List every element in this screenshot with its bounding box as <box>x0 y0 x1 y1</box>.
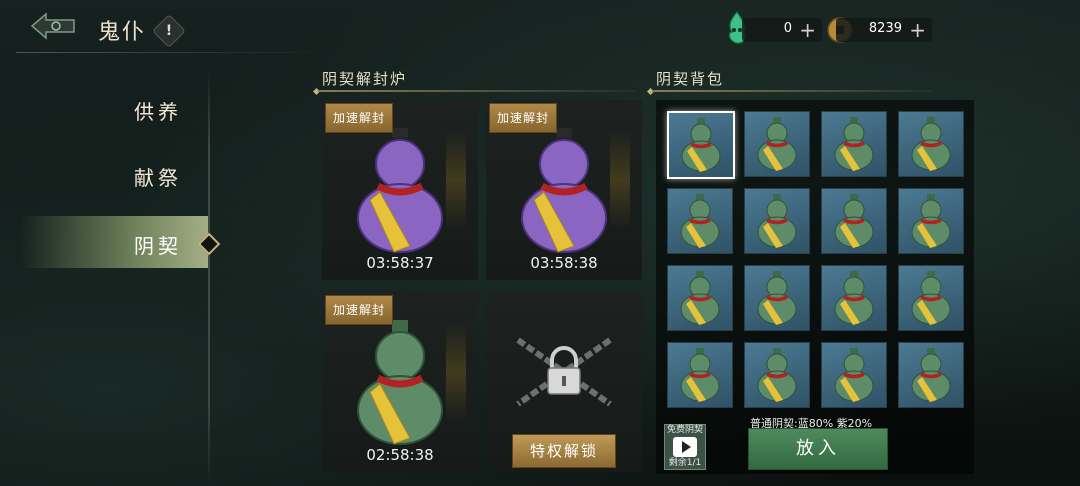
ad-button-top-label: 免费阴契 <box>666 425 703 435</box>
bag-cell[interactable] <box>821 188 887 254</box>
page-title: 鬼仆 <box>98 20 147 45</box>
furnace-slot[interactable]: 加速解封 02:58:38 <box>322 292 478 472</box>
back-arrow-icon <box>30 12 75 40</box>
blue-gourd-icon <box>834 117 874 171</box>
blue-gourd-icon <box>680 348 720 402</box>
sidebar-item-label: 献祭 <box>134 166 182 190</box>
purple-gourd-icon <box>521 128 607 253</box>
free-contract-ad-button[interactable]: 免费阴契 剩余1/1 <box>664 424 706 470</box>
bag-cell[interactable] <box>898 111 964 177</box>
blue-gourd-icon <box>681 118 721 172</box>
blue-gourd-icon <box>911 348 951 402</box>
soul-currency-display: 0 + <box>742 18 822 42</box>
soul-currency-value: 0 <box>783 21 792 36</box>
blue-gourd-icon <box>680 194 720 248</box>
sidebar-item-offering[interactable]: 供养 <box>20 82 208 134</box>
furnace-divider <box>318 90 636 92</box>
unseal-timer: 03:58:38 <box>530 254 598 272</box>
green-gourd-icon <box>357 320 443 445</box>
header-divider <box>16 52 336 53</box>
blue-gourd-icon <box>757 348 797 402</box>
chained-lock-icon <box>516 337 612 407</box>
bag-cell[interactable] <box>898 342 964 408</box>
furnace-title: 阴契解封炉 <box>322 70 408 88</box>
blue-gourd-icon <box>757 271 797 325</box>
add-soul-button[interactable]: + <box>799 18 816 42</box>
bag-cell[interactable] <box>667 111 735 179</box>
bag-cell[interactable] <box>667 188 733 254</box>
blue-gourd-icon <box>911 271 951 325</box>
bag-cell[interactable] <box>898 188 964 254</box>
bag-cell[interactable] <box>821 265 887 331</box>
privilege-unlock-button[interactable]: 特权解锁 <box>512 434 616 468</box>
coin-currency-display: 8239 + <box>836 18 932 42</box>
blue-gourd-icon <box>834 348 874 402</box>
blue-gourd-icon <box>911 194 951 248</box>
back-button[interactable] <box>28 8 78 44</box>
speed-up-unseal-button[interactable]: 加速解封 <box>325 103 393 133</box>
sidebar-item-label: 供养 <box>134 100 182 124</box>
bag-cell[interactable] <box>667 342 733 408</box>
coin-currency-value: 8239 <box>868 21 902 36</box>
furnace-slot[interactable]: 加速解封 03:58:37 <box>322 100 478 280</box>
furnace-slot[interactable]: 加速解封 03:58:38 <box>486 100 642 280</box>
help-icon: ! <box>165 23 173 39</box>
bag-title: 阴契背包 <box>656 70 725 88</box>
help-button[interactable]: ! <box>152 14 186 48</box>
blue-gourd-icon <box>911 117 951 171</box>
video-play-icon <box>673 437 697 457</box>
sidebar-divider <box>208 66 210 486</box>
unseal-timer: 02:58:38 <box>366 446 434 464</box>
ad-button-remaining: 剩余1/1 <box>668 458 702 468</box>
blue-gourd-icon <box>834 194 874 248</box>
bag-cell[interactable] <box>744 265 810 331</box>
sidebar-item-yin-contract[interactable]: 阴契 <box>20 216 208 268</box>
bag-cell[interactable] <box>821 111 887 177</box>
unseal-timer: 03:58:37 <box>366 254 434 272</box>
put-in-button[interactable]: 放入 <box>748 428 888 470</box>
blue-gourd-icon <box>680 271 720 325</box>
blue-gourd-icon <box>757 194 797 248</box>
purple-gourd-icon <box>357 128 443 253</box>
sidebar-item-sacrifice[interactable]: 献祭 <box>20 148 208 200</box>
bag-divider <box>652 90 932 92</box>
sidebar-item-label: 阴契 <box>134 234 182 258</box>
blue-gourd-icon <box>757 117 797 171</box>
bag-cell[interactable] <box>744 111 810 177</box>
bag-cell[interactable] <box>821 342 887 408</box>
bag-cell[interactable] <box>667 265 733 331</box>
bag-cell[interactable] <box>744 188 810 254</box>
blue-gourd-icon <box>834 271 874 325</box>
speed-up-unseal-button[interactable]: 加速解封 <box>489 103 557 133</box>
bag-cell[interactable] <box>744 342 810 408</box>
add-coin-button[interactable]: + <box>909 18 926 42</box>
speed-up-unseal-button[interactable]: 加速解封 <box>325 295 393 325</box>
bag-cell[interactable] <box>898 265 964 331</box>
